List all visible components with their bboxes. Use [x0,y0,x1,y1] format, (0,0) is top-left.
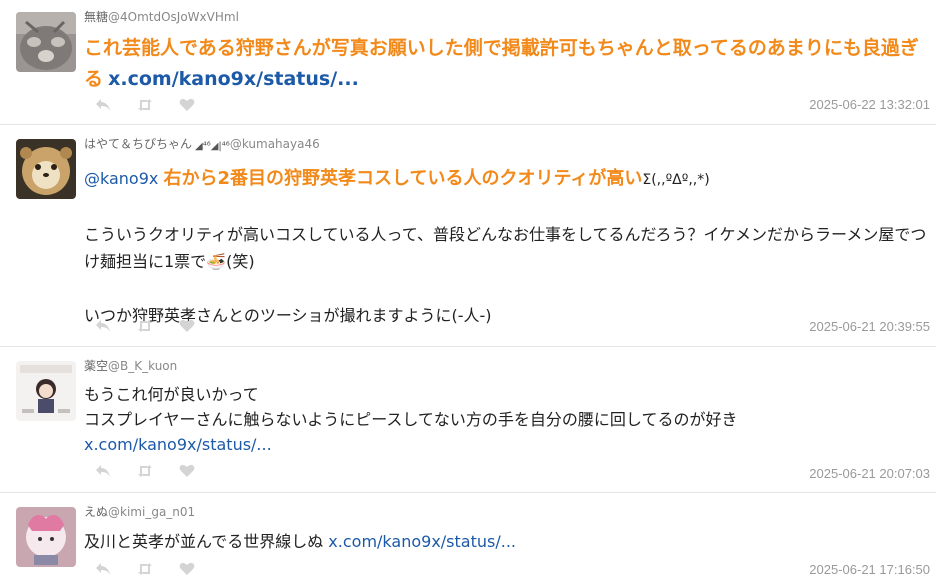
signal-glyph: ◢⁴⁶◢|⁴⁶ [195,141,230,152]
tweet-header: 無糖@4OmtdOsJoWxVHml [84,9,932,25]
status-link[interactable]: x.com/kano9x/status/... [328,532,516,551]
tweet-text: @kano9x 右から2番目の狩野英孝コスしている人のクオリティが高いΣ(,,º… [84,165,932,329]
tweet-paragraph: こういうクオリティが高いコスしている人って、普段どんなお仕事をしてるんだろう？イ… [84,225,927,271]
tweet-timestamp[interactable]: 2025-06-21 20:07:03 [809,466,930,481]
tweet-actions [94,461,196,481]
retweet-icon[interactable] [136,96,154,114]
tweet-header: 薬空@B_K_kuon [84,358,932,374]
reply-icon[interactable] [94,96,112,114]
retweet-icon[interactable] [136,462,154,480]
heart-icon[interactable] [178,96,196,114]
user-handle[interactable]: @kimi_ga_n01 [108,505,195,519]
user-handle[interactable]: @B_K_kuon [108,359,177,373]
heart-icon[interactable] [178,317,196,335]
tweet-text: もうこれ何が良いかって コスプレイヤーさんに触らないようにピースしてない方の手を… [84,382,932,457]
tweet-header: えぬ@kimi_ga_n01 [84,504,932,520]
tweet-actions [94,559,196,579]
retweet-icon[interactable] [136,560,154,578]
tweet-line: コスプレイヤーさんに触らないようにピースしてない方の手を自分の腰に回してるのが好… [84,410,738,429]
tweet-timestamp[interactable]: 2025-06-21 17:16:50 [809,562,930,577]
tweet-header: はやて＆ちぴちゃん ◢⁴⁶◢|⁴⁶@kumahaya46 [84,136,932,155]
tweet-actions [94,316,196,336]
reply-icon[interactable] [94,462,112,480]
tweet-timestamp[interactable]: 2025-06-22 13:32:01 [809,97,930,112]
reply-icon[interactable] [94,560,112,578]
display-name[interactable]: はやて＆ちぴちゃん [84,137,192,151]
emoticon-text: Σ(,,ºΔº,,*) [642,172,710,188]
tweet-timestamp[interactable]: 2025-06-21 20:39:55 [809,319,930,334]
heart-icon[interactable] [178,462,196,480]
heart-icon[interactable] [178,560,196,578]
mention-link[interactable]: @kano9x [84,169,158,188]
avatar[interactable] [16,12,76,72]
tweet-line: もうこれ何が良いかって [84,385,259,404]
avatar[interactable] [16,139,76,199]
highlighted-text: 右から2番目の狩野英孝コスしている人のクオリティが高い [163,168,643,189]
status-link[interactable]: x.com/kano9x/status/... [108,68,359,90]
retweet-icon[interactable] [136,317,154,335]
tweet-actions [94,95,196,115]
display-name[interactable]: えぬ [84,505,108,519]
tweet-line: 及川と英孝が並んでる世界線しぬ [84,532,324,551]
tweet-text: これ芸能人である狩野さんが写真お願いした側で掲載許可もちゃんと取ってるのあまりに… [84,33,932,95]
display-name[interactable]: 無糖 [84,10,108,24]
user-handle[interactable]: @4OmtdOsJoWxVHml [108,10,239,24]
tweet-item: 薬空@B_K_kuon もうこれ何が良いかって コスプレイヤーさんに触らないよう… [0,347,936,493]
avatar[interactable] [16,507,76,567]
tweet-item: えぬ@kimi_ga_n01 及川と英孝が並んでる世界線しぬ x.com/kan… [0,493,936,588]
tweet-feed: 無糖@4OmtdOsJoWxVHml これ芸能人である狩野さんが写真お願いした側… [0,0,940,588]
tweet-text: 及川と英孝が並んでる世界線しぬ x.com/kano9x/status/... [84,528,932,555]
display-name[interactable]: 薬空 [84,359,108,373]
status-link[interactable]: x.com/kano9x/status/... [84,435,272,454]
avatar[interactable] [16,361,76,421]
reply-icon[interactable] [94,317,112,335]
tweet-item: 無糖@4OmtdOsJoWxVHml これ芸能人である狩野さんが写真お願いした側… [0,0,936,125]
tweet-item: はやて＆ちぴちゃん ◢⁴⁶◢|⁴⁶@kumahaya46 @kano9x 右から2… [0,125,936,347]
user-handle[interactable]: @kumahaya46 [230,137,320,151]
tweet-paragraph: いつか狩野英孝さんとのツーショが撮れますように(-人-) [84,306,492,325]
